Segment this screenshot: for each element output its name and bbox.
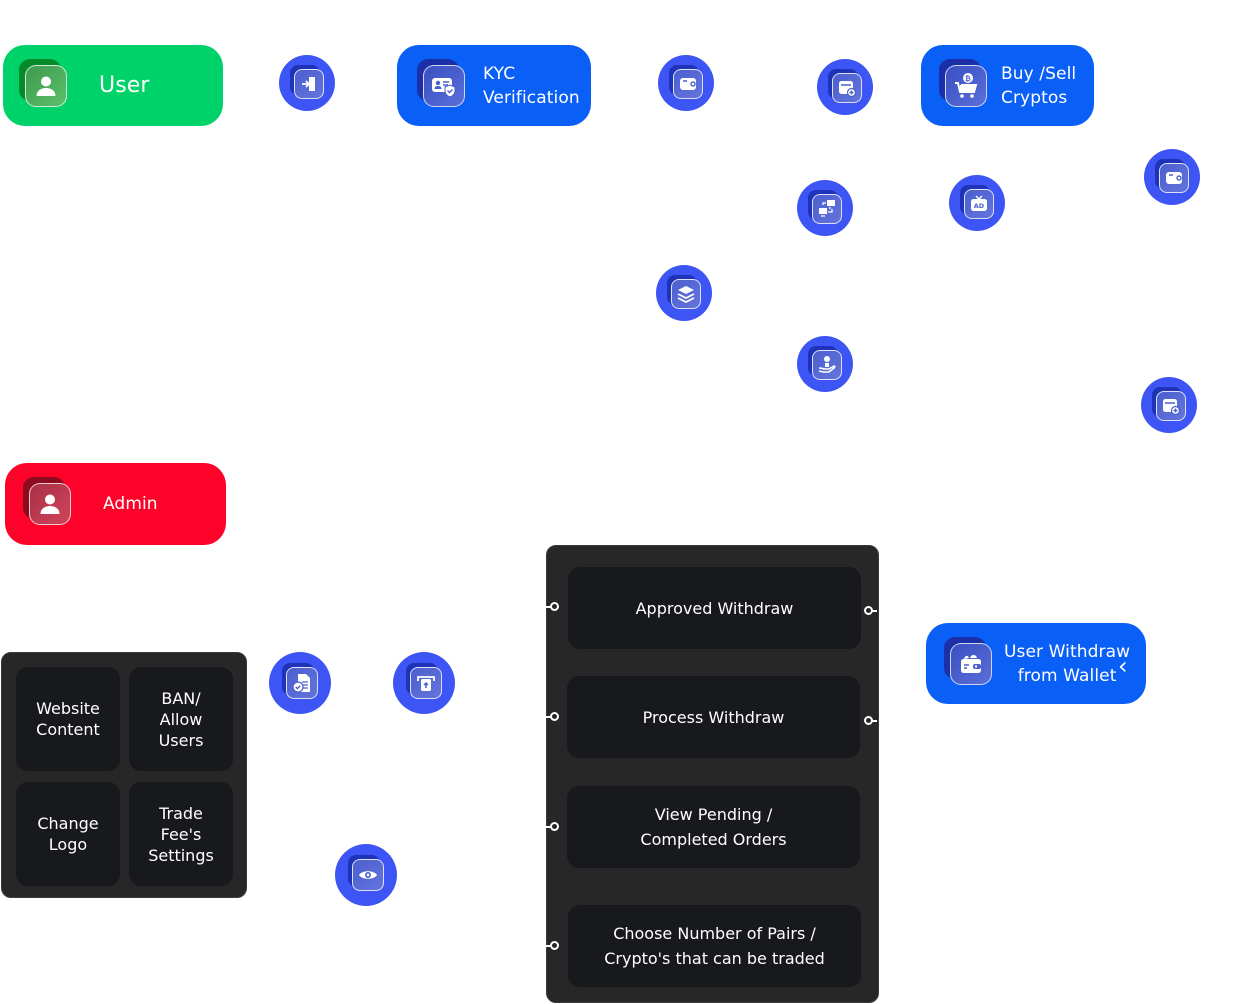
connector-stub (872, 610, 877, 612)
chevron-left-icon[interactable]: ‹ (1118, 654, 1128, 678)
admin-role-label: Admin (103, 494, 158, 514)
user-tile (19, 58, 69, 109)
user-withdraw-label: User Withdraw from Wallet (1004, 641, 1131, 686)
document-check-icon (292, 674, 310, 693)
hand-coin-node[interactable] (797, 336, 853, 392)
user-withdraw-node[interactable]: User Withdraw from Wallet ‹ (926, 623, 1146, 704)
user-role-node[interactable]: User (3, 45, 223, 126)
kyc-tile (417, 58, 467, 109)
approved-withdraw-button[interactable]: Approved Withdraw (568, 567, 861, 649)
wallet-cash-icon (961, 654, 981, 673)
atm-withdraw-node[interactable] (393, 652, 455, 714)
id-card-shield-icon (432, 77, 456, 98)
kyc-node[interactable]: KYC Verification (397, 45, 591, 126)
login-node[interactable] (279, 55, 335, 111)
svg-text:₿: ₿ (965, 75, 971, 83)
document-check-node[interactable] (269, 652, 331, 714)
admin-actions-panel: Approved Withdraw Process Withdraw View … (546, 545, 879, 1003)
layers-node[interactable] (656, 265, 712, 321)
svg-text:AD: AD (974, 202, 985, 210)
ad-tv-node[interactable]: AD (949, 175, 1005, 231)
login-door-icon (302, 77, 315, 91)
user-icon (40, 494, 60, 514)
ban-allow-users-button[interactable]: BAN/ Allow Users (129, 667, 233, 771)
input-port[interactable] (550, 941, 559, 950)
layers-icon (677, 286, 695, 303)
input-port[interactable] (550, 822, 559, 831)
admin-role-node[interactable]: Admin (5, 463, 226, 545)
atm-withdraw-icon (417, 676, 435, 691)
website-content-button[interactable]: Website Content (16, 667, 120, 771)
buy-sell-node[interactable]: ₿ Buy /Sell Cryptos (921, 45, 1094, 126)
input-port[interactable] (550, 712, 559, 721)
eye-node[interactable] (335, 844, 397, 906)
hand-coin-icon (818, 356, 836, 373)
card-add-node-1[interactable] (817, 59, 873, 115)
wallet-node-1[interactable] (658, 55, 714, 111)
eye-icon (359, 871, 377, 879)
buy-sell-tile: ₿ (939, 58, 989, 109)
process-withdraw-button[interactable]: Process Withdraw (567, 676, 860, 758)
wallet-icon (680, 78, 696, 90)
kyc-label: KYC Verification (483, 63, 580, 108)
wallet-node-2[interactable] (1144, 149, 1200, 205)
input-port[interactable] (550, 602, 559, 611)
ad-tv-icon: AD (971, 195, 987, 211)
card-add-node-2[interactable] (1141, 377, 1197, 433)
card-add-icon (839, 81, 856, 97)
change-logo-button[interactable]: Change Logo (16, 782, 120, 886)
trade-fee-settings-button[interactable]: Trade Fee's Settings (129, 782, 233, 886)
admin-settings-panel: Website Content BAN/ Allow Users Change … (1, 652, 247, 898)
network-transfer-icon (819, 200, 835, 217)
card-add-icon (1163, 399, 1180, 415)
admin-tile (23, 477, 73, 527)
choose-pairs-button[interactable]: Choose Number of Pairs / Crypto's that c… (568, 905, 861, 987)
connector-stub (872, 720, 877, 722)
network-transfer-node[interactable] (797, 180, 853, 236)
user-role-label: User (99, 72, 150, 98)
withdraw-tile (944, 636, 994, 687)
cart-bitcoin-icon: ₿ (955, 72, 978, 98)
user-icon (36, 76, 56, 96)
buy-sell-label: Buy /Sell Cryptos (1001, 63, 1077, 108)
view-orders-button[interactable]: View Pending / Completed Orders (567, 786, 860, 868)
wallet-icon (1166, 172, 1182, 184)
